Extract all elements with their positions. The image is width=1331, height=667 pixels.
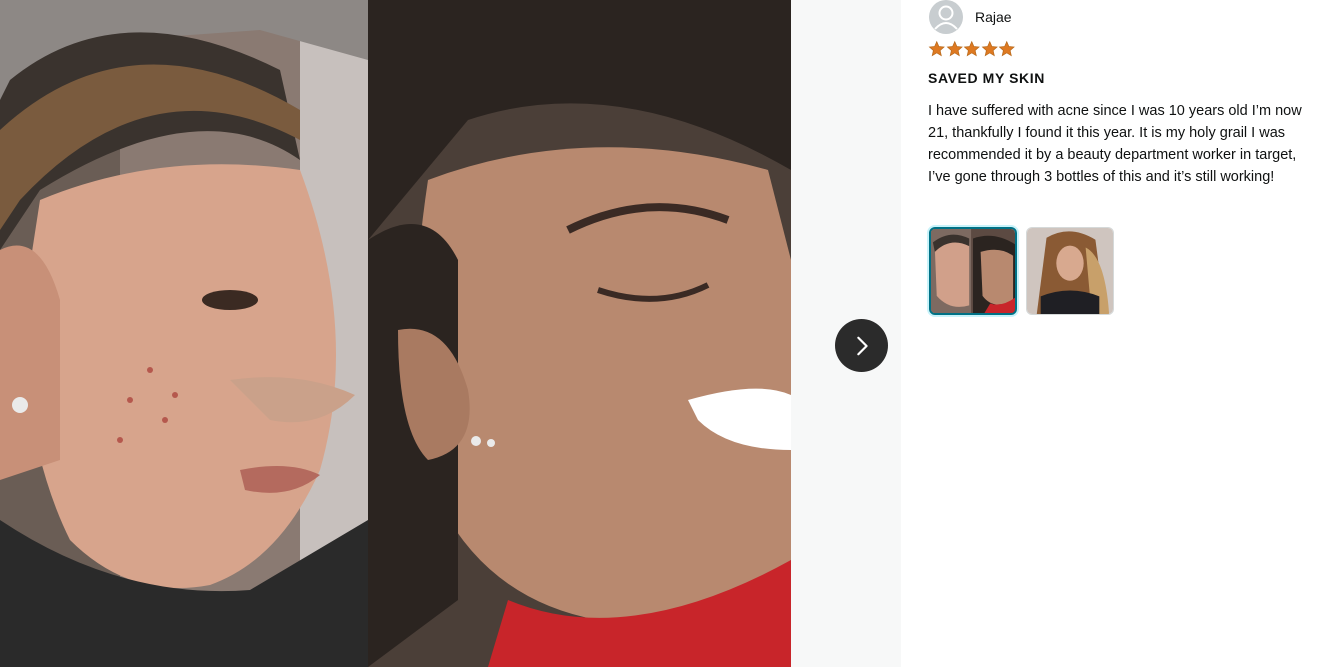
star-rating [928, 40, 1016, 58]
review-title: SAVED MY SKIN [928, 70, 1045, 86]
after-photo [368, 0, 791, 667]
review-panel: Rajae SAVED MY SKIN I have suffered with… [901, 0, 1331, 667]
main-review-image [0, 0, 791, 667]
thumbnail-1[interactable] [929, 227, 1017, 315]
next-image-button[interactable] [835, 319, 888, 372]
star-icon [946, 40, 963, 57]
star-icon [998, 40, 1015, 57]
chevron-right-icon [856, 336, 868, 355]
star-icon [981, 40, 998, 57]
user-icon [929, 0, 963, 34]
review-thumbnails [929, 227, 1114, 315]
image-viewer [0, 0, 901, 667]
avatar [929, 0, 963, 34]
before-photo [0, 0, 368, 667]
review-body: I have suffered with acne since I was 10… [928, 103, 1302, 185]
reviewer-name: Rajae [975, 9, 1012, 25]
star-icon [928, 40, 945, 57]
thumbnail-2[interactable] [1026, 227, 1114, 315]
reviewer-profile[interactable]: Rajae [929, 0, 1012, 34]
star-icon [963, 40, 980, 57]
